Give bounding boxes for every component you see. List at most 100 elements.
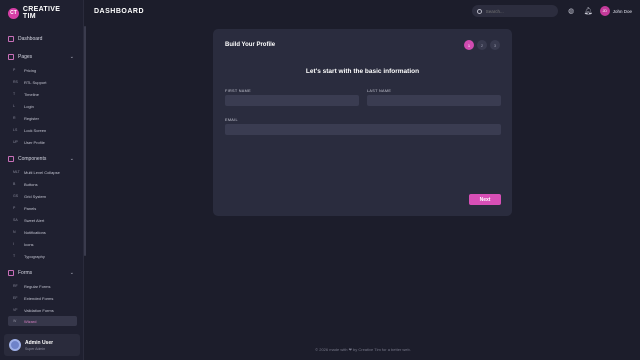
sidebar-item-buttons[interactable]: B Buttons	[0, 178, 82, 190]
item-abbr: UP	[13, 140, 18, 144]
wizard-title: Build Your Profile	[225, 42, 276, 48]
sidebar-item-label: Typography	[24, 253, 45, 259]
sidebar-item-label: Extended Forms	[24, 295, 54, 301]
item-abbr: T	[13, 254, 16, 258]
components-icon	[8, 156, 14, 162]
wizard-step-2[interactable]: 2	[477, 40, 487, 50]
sidebar-user-card[interactable]: Admin User Super Admin	[4, 334, 80, 356]
sidebar-item-label: User Profile	[24, 139, 45, 145]
user-name: Admin User	[25, 339, 54, 346]
item-abbr: SA	[13, 218, 18, 222]
sidebar-item-label: Register	[24, 115, 39, 121]
search-input[interactable]	[485, 8, 546, 14]
avatar[interactable]: JD	[599, 6, 610, 16]
item-abbr: MLT	[13, 170, 20, 174]
item-abbr: W	[13, 319, 17, 323]
chevron-down-icon: ⌄	[69, 270, 74, 276]
wizard-step-1[interactable]: 1	[464, 40, 474, 50]
sidebar-item-icons[interactable]: I Icons	[0, 238, 82, 250]
item-abbr: P	[13, 68, 16, 72]
email-field[interactable]	[225, 124, 501, 135]
sidebar-item-notifications[interactable]: N Notifications	[0, 226, 82, 238]
first-name-label: FIRST NAME	[225, 89, 251, 93]
sidebar-section-label: Components	[18, 156, 47, 162]
sidebar-section-label: Pages	[18, 54, 33, 60]
sidebar-item-label: Validation Forms	[24, 307, 54, 313]
sidebar-item-label: Multi Level Collapse	[24, 169, 60, 175]
sidebar-item-register[interactable]: R Register	[0, 112, 82, 124]
header-user-name[interactable]: John Doe	[613, 9, 632, 14]
sidebar-item-label: Pricing	[24, 67, 37, 73]
item-abbr: T	[13, 92, 16, 96]
sidebar-item-dashboard[interactable]: Dashboard	[0, 32, 82, 46]
pages-icon	[8, 54, 14, 60]
top-header: DASHBOARD ◍ 🔔︎ JD John Doe	[86, 0, 640, 22]
sidebar: CT CREATIVE TIM Dashboard Pages ⌄ P Prici…	[0, 0, 84, 360]
item-abbr: L	[13, 104, 15, 108]
brand[interactable]: CT CREATIVE TIM	[0, 0, 83, 26]
sidebar-item-rtl-support[interactable]: RS RTL Support	[0, 76, 82, 88]
item-abbr: B	[13, 182, 16, 186]
wizard-card: Build Your Profile 1 2 3 Let's start wit…	[213, 29, 512, 216]
sidebar-item-label: Dashboard	[18, 36, 43, 42]
sidebar-item-label: Timeline	[24, 91, 39, 97]
sidebar-item-label: Regular Forms	[24, 283, 51, 289]
bell-icon[interactable]: 🔔︎	[584, 8, 593, 15]
sidebar-item-login[interactable]: L Login	[0, 100, 82, 112]
item-abbr: LS	[13, 128, 18, 132]
sidebar-item-label: Wizard	[24, 318, 37, 324]
brand-logo: CT	[8, 7, 19, 19]
sidebar-item-timeline[interactable]: T Timeline	[0, 88, 82, 100]
sidebar-scrollbar[interactable]	[84, 26, 86, 256]
avatar	[9, 339, 21, 351]
sidebar-item-extended-forms[interactable]: EF Extended Forms	[0, 292, 82, 304]
sidebar-section-label: Forms	[18, 270, 33, 276]
sidebar-item-grid-system[interactable]: GS Grid System	[0, 190, 82, 202]
sidebar-item-label: Notifications	[24, 229, 46, 235]
item-abbr: N	[13, 230, 16, 234]
item-abbr: EF	[13, 296, 18, 300]
sidebar-item-multi-level-collapse[interactable]: MLT Multi Level Collapse	[0, 166, 82, 178]
sidebar-section-pages[interactable]: Pages ⌄	[0, 50, 82, 64]
sidebar-item-label: RTL Support	[24, 79, 47, 85]
sidebar-item-label: Buttons	[24, 181, 38, 187]
item-abbr: I	[13, 242, 14, 246]
sidebar-item-panels[interactable]: P Panels	[0, 202, 82, 214]
chevron-down-icon: ⌄	[69, 156, 74, 162]
item-abbr: R	[13, 116, 16, 120]
footer-text: © 2026 made with ❤ by Creative Tim for a…	[315, 347, 411, 352]
sidebar-item-lock-screen[interactable]: LS Lock Screen	[0, 124, 82, 136]
first-name-field[interactable]	[225, 95, 359, 106]
last-name-field[interactable]	[367, 95, 501, 106]
globe-icon[interactable]: ◍	[568, 8, 575, 15]
item-abbr: P	[13, 206, 16, 210]
dashboard-icon	[8, 36, 14, 42]
sidebar-item-label: Login	[24, 103, 34, 109]
search-icon	[476, 8, 482, 14]
sidebar-item-label: Panels	[24, 205, 37, 211]
search-box[interactable]	[471, 5, 558, 17]
forms-icon	[8, 270, 14, 276]
brand-name: CREATIVE TIM	[22, 6, 61, 20]
sidebar-item-wizard[interactable]: W Wizard	[8, 316, 77, 326]
sidebar-item-typography[interactable]: T Typography	[0, 250, 82, 262]
next-button[interactable]: Next	[469, 194, 501, 205]
page-title: DASHBOARD	[94, 7, 144, 15]
sidebar-item-regular-forms[interactable]: RF Regular Forms	[0, 280, 82, 292]
sidebar-nav: Dashboard Pages ⌄ P Pricing RS RTL Support…	[0, 32, 82, 326]
sidebar-item-pricing[interactable]: P Pricing	[0, 64, 82, 76]
email-label: EMAIL	[225, 118, 238, 122]
wizard-step-3[interactable]: 3	[490, 40, 500, 50]
item-abbr: RF	[13, 284, 18, 288]
wizard-subtitle: Let's start with the basic information	[305, 68, 420, 75]
user-role: Super Admin	[25, 346, 46, 351]
item-abbr: RS	[13, 80, 18, 84]
sidebar-item-label: Lock Screen	[24, 127, 47, 133]
sidebar-item-sweet-alert[interactable]: SA Sweet Alert	[0, 214, 82, 226]
item-abbr: VF	[13, 308, 18, 312]
sidebar-section-components[interactable]: Components ⌄	[0, 152, 82, 166]
sidebar-item-validation-forms[interactable]: VF Validation Forms	[0, 304, 82, 316]
sidebar-section-forms[interactable]: Forms ⌄	[0, 266, 82, 280]
item-abbr: GS	[13, 194, 19, 198]
sidebar-item-user-profile[interactable]: UP User Profile	[0, 136, 82, 148]
